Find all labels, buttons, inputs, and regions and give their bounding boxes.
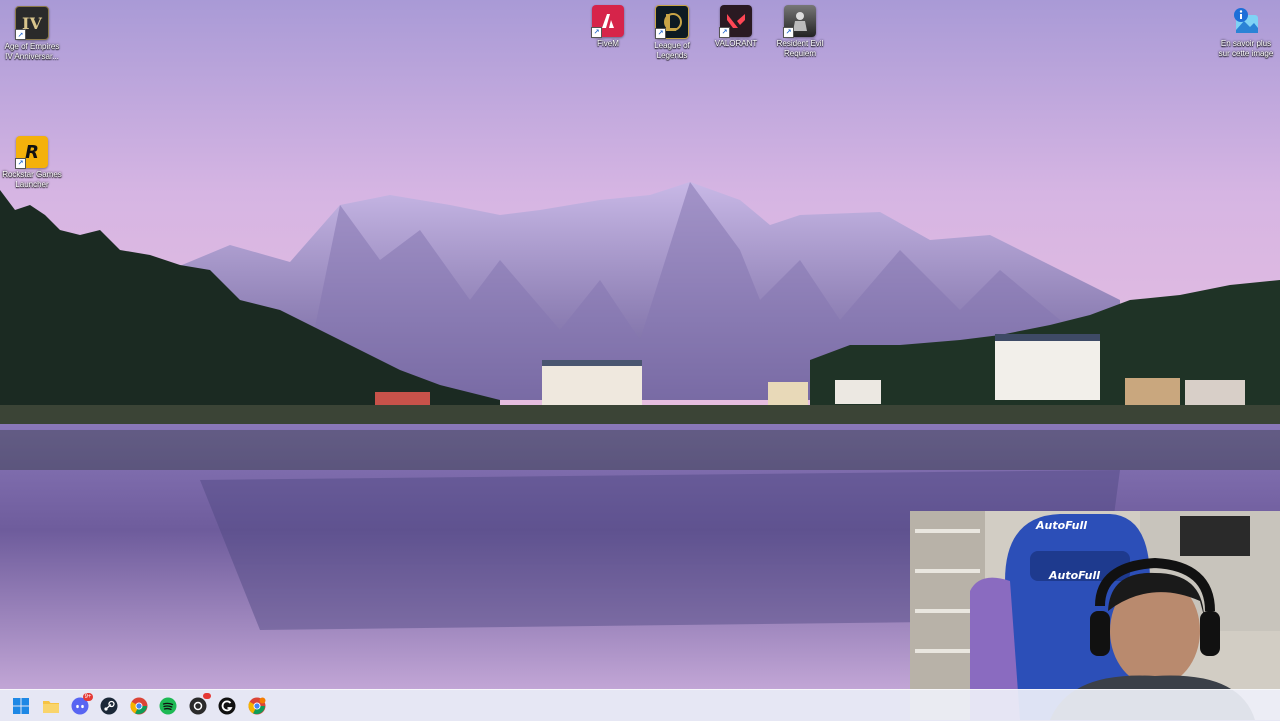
desktop-icon-label: En savoir plus sur cette image [1218,39,1274,58]
folder-icon [43,701,59,713]
taskbar-ghub[interactable] [216,695,238,717]
steam-icon [100,697,118,715]
desktop-icon-resident-evil[interactable]: ↗ Resident Evil Requiem [768,1,832,59]
windows-icon [13,698,29,714]
desktop-icon-age-of-empires[interactable]: IV ↗ Age of Empires IV Anniversar... [0,2,64,62]
chrome-icon [130,697,148,715]
desktop-icon-spotlight[interactable]: En savoir plus sur cette image [1214,1,1278,59]
app-icon [189,697,207,715]
desktop-icon-league[interactable]: ↗ League of Legends [640,1,704,61]
desktop-icon-label: Age of Empires IV Anniversar... [4,42,60,61]
spotify-icon [159,697,177,715]
shortcut-arrow-icon: ↗ [719,27,730,38]
desktop-icon-label: Rockstar Games Launcher [2,170,62,189]
desktop-icon-label: VALORANT [714,39,758,48]
resident-evil-icon: ↗ [783,5,816,38]
rockstar-glyph: R [25,141,39,163]
shortcut-arrow-icon: ↗ [15,158,26,169]
spotlight-icon [1230,5,1262,37]
discord-badge: 9+ [83,693,93,701]
spotlight-logo [1234,8,1258,33]
taskbar-file-explorer[interactable] [40,695,62,717]
taskbar-start-button[interactable] [10,695,32,717]
desktop-icon-valorant[interactable]: ↗ VALORANT [704,1,768,49]
taskbar-discord[interactable]: 9+ [69,693,93,717]
age-of-empires-icon: IV ↗ [15,6,49,40]
taskbar-app[interactable] [187,693,211,717]
chrome-profile-icon [248,697,266,715]
fivem-icon: ↗ [591,5,624,38]
taskbar: 9+ [0,689,1280,721]
chair-brand-bottom: AutoFull [1049,569,1100,582]
shortcut-arrow-icon: ↗ [783,27,794,38]
taskbar-chrome-profile[interactable] [246,695,268,717]
desktop-icon-label: Resident Evil Requiem [776,39,824,58]
taskbar-spotify[interactable] [157,695,179,717]
shortcut-arrow-icon: ↗ [655,28,666,39]
valorant-icon: ↗ [719,5,752,38]
desktop-icon-rockstar[interactable]: R ↗ Rockstar Games Launcher [0,132,64,190]
taskbar-chrome[interactable] [128,695,150,717]
desktop-icon-label: League of Legends [654,41,690,60]
league-icon: ↗ [655,5,689,39]
chair-brand-top: AutoFull [1036,519,1087,532]
desktop-icon-label: FiveM [597,39,619,48]
app-notification-dot [203,693,211,699]
shortcut-arrow-icon: ↗ [591,27,602,38]
desktop-icon-fivem[interactable]: ↗ FiveM [576,1,640,49]
taskbar-steam[interactable] [98,695,120,717]
rockstar-icon: R ↗ [15,136,48,169]
ghub-icon [218,697,236,715]
shortcut-arrow-icon: ↗ [15,29,26,40]
